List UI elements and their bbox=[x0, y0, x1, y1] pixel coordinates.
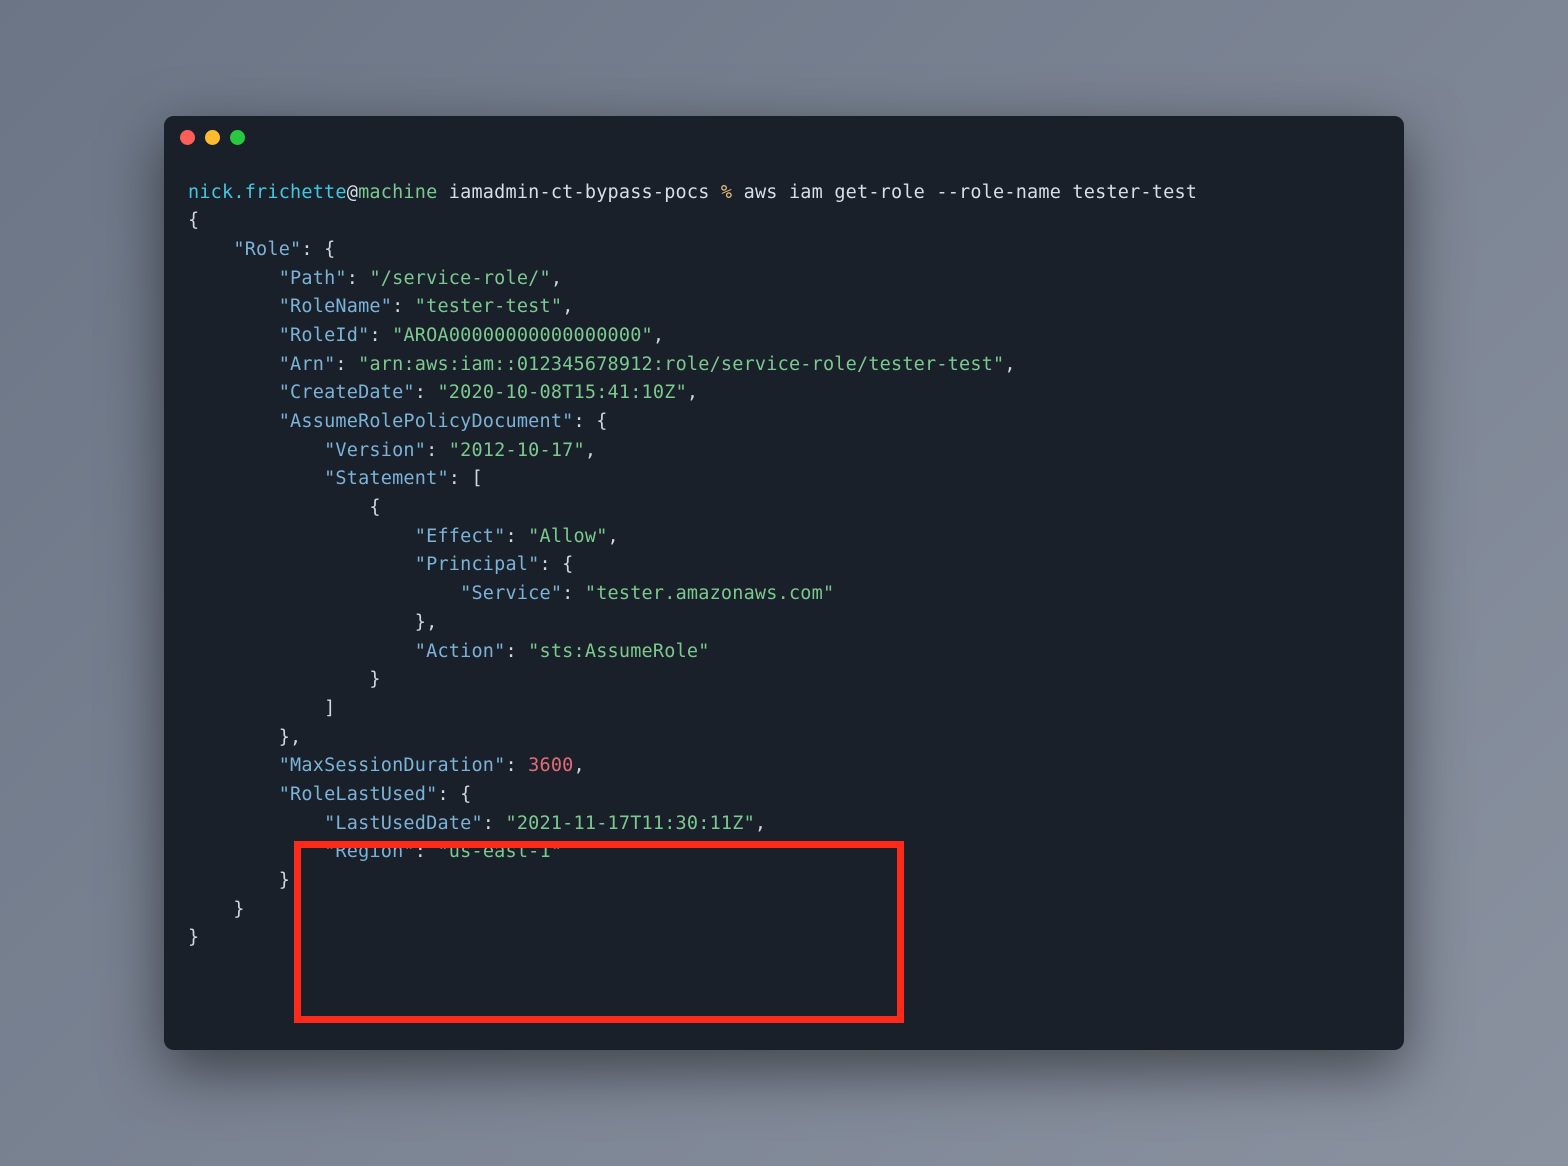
json-key-lastuseddate: "LastUsedDate" bbox=[324, 813, 483, 834]
json-key-path: "Path" bbox=[279, 268, 347, 289]
json-key-createdate: "CreateDate" bbox=[279, 382, 415, 403]
json-key-arn: "Arn" bbox=[279, 354, 336, 375]
json-val-maxsession: 3600 bbox=[528, 755, 573, 776]
json-key-rolelastused: "RoleLastUsed" bbox=[279, 784, 438, 805]
json-val-arn: "arn:aws:iam::012345678912:role/service-… bbox=[358, 354, 1004, 375]
titlebar bbox=[164, 116, 1404, 159]
prompt-host: machine bbox=[358, 182, 437, 203]
json-key-role: "Role" bbox=[233, 239, 301, 260]
json-key-action: "Action" bbox=[415, 641, 506, 662]
json-val-rolename: "tester-test" bbox=[415, 296, 562, 317]
prompt-path: iamadmin-ct-bypass-pocs bbox=[449, 182, 710, 203]
prompt-user: nick.frichette bbox=[188, 182, 347, 203]
json-key-principal: "Principal" bbox=[415, 554, 540, 575]
json-key-rolename: "RoleName" bbox=[279, 296, 392, 317]
json-key-statement: "Statement" bbox=[324, 468, 449, 489]
json-key-roleid: "RoleId" bbox=[279, 325, 370, 346]
terminal-output[interactable]: nick.frichette@machine iamadmin-ct-bypas… bbox=[164, 159, 1404, 1050]
command: aws iam get-role --role-name tester-test bbox=[744, 182, 1198, 203]
close-icon[interactable] bbox=[180, 130, 195, 145]
json-key-service: "Service" bbox=[460, 583, 562, 604]
prompt-at: @ bbox=[347, 182, 358, 203]
json-key-assumerole: "AssumeRolePolicyDocument" bbox=[279, 411, 574, 432]
json-val-service: "tester.amazonaws.com" bbox=[585, 583, 834, 604]
highlight-annotation bbox=[294, 841, 904, 1023]
json-key-region: "Region" bbox=[324, 841, 415, 862]
json-key-effect: "Effect" bbox=[415, 526, 506, 547]
json-val-path: "/service-role/" bbox=[369, 268, 550, 289]
json-val-version: "2012-10-17" bbox=[449, 440, 585, 461]
json-val-createdate: "2020-10-08T15:41:10Z" bbox=[437, 382, 686, 403]
maximize-icon[interactable] bbox=[230, 130, 245, 145]
json-val-lastuseddate: "2021-11-17T11:30:11Z" bbox=[505, 813, 754, 834]
prompt-percent: % bbox=[721, 182, 732, 203]
minimize-icon[interactable] bbox=[205, 130, 220, 145]
json-val-region: "us-east-1" bbox=[437, 841, 562, 862]
json-key-maxsession: "MaxSessionDuration" bbox=[279, 755, 506, 776]
json-val-effect: "Allow" bbox=[528, 526, 607, 547]
terminal-window: nick.frichette@machine iamadmin-ct-bypas… bbox=[164, 116, 1404, 1050]
json-val-action: "sts:AssumeRole" bbox=[528, 641, 709, 662]
json-val-roleid: "AROA00000000000000000" bbox=[392, 325, 653, 346]
json-key-version: "Version" bbox=[324, 440, 426, 461]
